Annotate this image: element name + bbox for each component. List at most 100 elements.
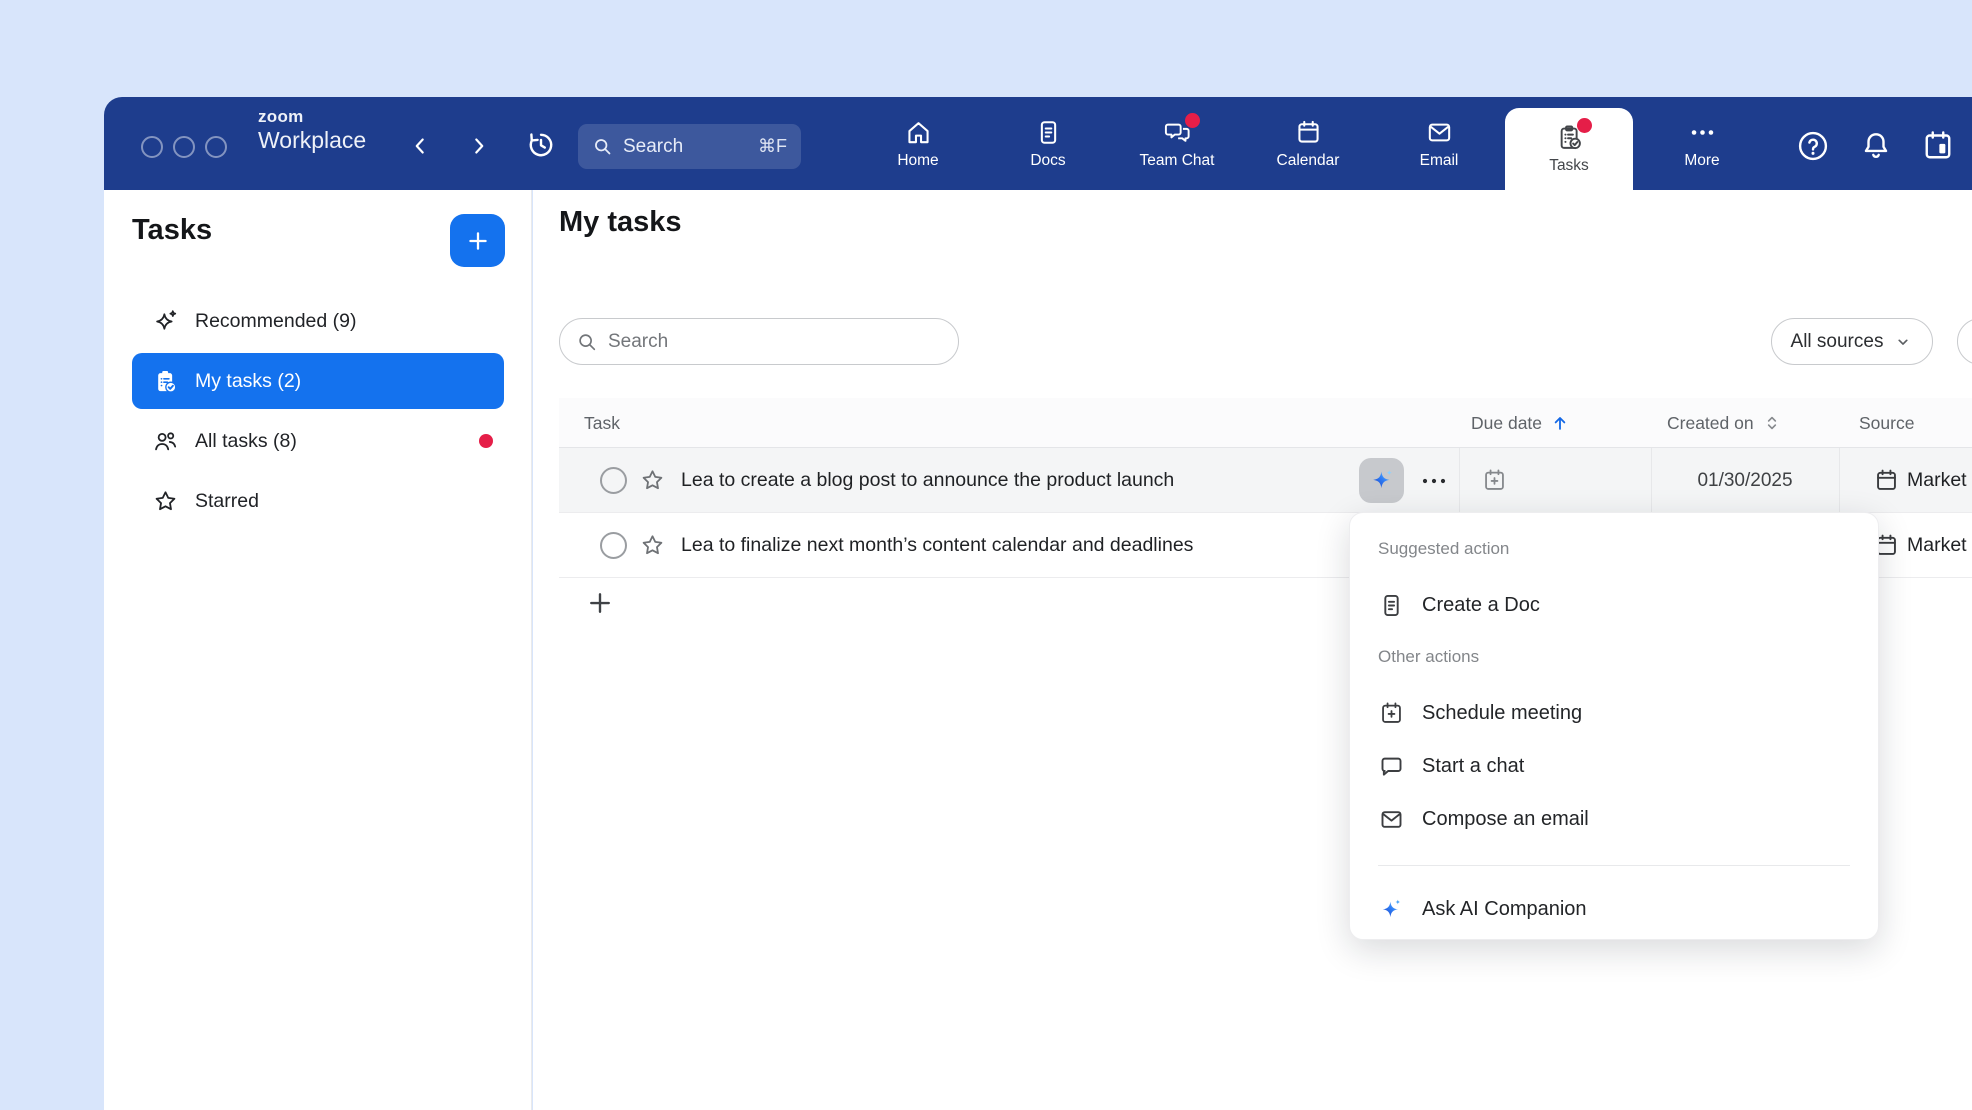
tab-tasks-label: Tasks [1549, 157, 1589, 175]
chevron-right-icon [466, 133, 492, 159]
forward-button[interactable] [466, 133, 492, 159]
search-icon [576, 331, 598, 353]
source-value: Market [1907, 513, 1967, 578]
sort-toggle-icon [1762, 413, 1782, 433]
cell-divider [1459, 448, 1460, 512]
calendar-plus-icon [1378, 700, 1405, 727]
more-filter-button[interactable] [1957, 318, 1972, 365]
window-close-button[interactable] [141, 136, 163, 158]
task-complete-checkbox[interactable] [600, 467, 627, 494]
sidebar-nav: Recommended (9) My tasks (2) [132, 293, 504, 529]
task-table-header: Task Due date Created on Source [559, 398, 1972, 448]
bell-icon [1858, 128, 1894, 164]
sort-ascending-icon [1550, 413, 1570, 433]
column-created-label: Created on [1667, 413, 1754, 434]
notifications-button[interactable] [1858, 128, 1894, 164]
tab-calendar[interactable]: Calendar [1243, 97, 1373, 190]
team-chat-icon [1163, 118, 1192, 147]
tab-team-chat[interactable]: Team Chat [1112, 97, 1242, 190]
chevron-down-icon [1893, 332, 1913, 352]
zoom-workplace-window: zoom Workplace Search ⌘F Home [104, 97, 1972, 1110]
menu-item-label: Schedule meeting [1422, 702, 1582, 725]
sidebar-item-label: My tasks (2) [195, 370, 301, 393]
ellipsis-icon [1417, 469, 1451, 493]
menu-item-label: Compose an email [1422, 808, 1589, 831]
history-button[interactable] [524, 128, 558, 162]
window-minimize-button[interactable] [173, 136, 195, 158]
column-task-label: Task [584, 413, 620, 434]
sources-filter-dropdown[interactable]: All sources [1771, 318, 1933, 365]
help-button[interactable] [1795, 128, 1831, 164]
tab-more[interactable]: More [1637, 97, 1767, 190]
menu-item-start-chat[interactable]: Start a chat [1350, 738, 1878, 794]
ai-sparkle-icon [1378, 896, 1405, 923]
task-title: Lea to create a blog post to announce th… [681, 448, 1174, 513]
calendar-picker-button[interactable] [1920, 128, 1956, 164]
ai-actions-menu: Suggested action Create a Doc Other acti… [1349, 512, 1879, 940]
menu-item-schedule-meeting[interactable]: Schedule meeting [1350, 685, 1878, 741]
ai-companion-action-button[interactable] [1359, 458, 1404, 503]
column-header-source[interactable]: Source [1859, 398, 1914, 448]
source-value: Market [1907, 448, 1967, 513]
tab-home-label: Home [897, 152, 938, 170]
tasks-sidebar: Tasks Recommended (9) [104, 190, 532, 1110]
task-search-field[interactable] [559, 318, 959, 365]
task-title: Lea to finalize next month’s content cal… [681, 513, 1193, 578]
tab-email-label: Email [1420, 152, 1459, 170]
tasks-notification-dot [1577, 118, 1592, 133]
window-controls[interactable] [141, 136, 227, 158]
my-tasks-panel: My tasks All sources Task Due date Creat… [533, 190, 1972, 1110]
tab-more-label: More [1684, 152, 1719, 170]
tab-calendar-label: Calendar [1277, 152, 1340, 170]
row-more-actions-button[interactable] [1417, 469, 1451, 493]
add-task-button[interactable] [450, 214, 505, 267]
menu-divider [1378, 865, 1850, 866]
tasks-clipboard-icon [1555, 123, 1584, 152]
sidebar-item-all-tasks[interactable]: All tasks (8) [132, 413, 504, 469]
history-clock-icon [524, 128, 558, 162]
sidebar-item-my-tasks[interactable]: My tasks (2) [132, 353, 504, 409]
brand-workplace-label: Workplace [258, 128, 366, 153]
tab-tasks-active[interactable]: Tasks [1505, 108, 1633, 190]
column-header-task[interactable]: Task [584, 398, 620, 448]
sidebar-item-recommended[interactable]: Recommended (9) [132, 293, 504, 349]
window-maximize-button[interactable] [205, 136, 227, 158]
clipboard-check-icon [152, 368, 179, 395]
sources-filter-label: All sources [1791, 331, 1884, 353]
star-task-button[interactable] [639, 467, 666, 494]
sidebar-item-starred[interactable]: Starred [132, 473, 504, 529]
task-search-input[interactable] [608, 331, 942, 353]
calendar-plus-icon [1481, 467, 1508, 494]
calendar-date-icon [1920, 128, 1956, 164]
cell-divider [1839, 448, 1840, 512]
tab-home[interactable]: Home [853, 97, 983, 190]
plus-icon [585, 588, 615, 618]
people-icon [152, 428, 179, 455]
task-row[interactable]: Lea to create a blog post to announce th… [559, 448, 1972, 513]
email-icon [1378, 806, 1405, 833]
tab-docs-label: Docs [1030, 152, 1065, 170]
tab-email[interactable]: Email [1374, 97, 1504, 190]
ai-sparkle-icon [1367, 466, 1397, 496]
global-search-placeholder: Search [623, 136, 748, 158]
task-complete-checkbox[interactable] [600, 532, 627, 559]
menu-item-create-doc[interactable]: Create a Doc [1350, 577, 1878, 633]
star-icon [639, 467, 666, 494]
docs-icon [1034, 118, 1063, 147]
chevron-left-icon [407, 133, 433, 159]
chat-bubble-icon [1378, 753, 1405, 780]
menu-item-ask-ai-companion[interactable]: Ask AI Companion [1350, 881, 1878, 937]
menu-item-compose-email[interactable]: Compose an email [1350, 791, 1878, 847]
tab-docs[interactable]: Docs [983, 97, 1113, 190]
back-button[interactable] [407, 133, 433, 159]
team-chat-notification-dot [1185, 113, 1200, 128]
search-shortcut-label: ⌘F [758, 136, 787, 157]
add-due-date-button[interactable] [1481, 467, 1508, 494]
global-search-field[interactable]: Search ⌘F [578, 124, 801, 169]
column-header-created-on[interactable]: Created on [1667, 398, 1782, 448]
add-task-inline-button[interactable] [585, 588, 615, 618]
brand-zoom-label: zoom [258, 108, 366, 127]
tab-team-chat-label: Team Chat [1140, 152, 1215, 170]
star-task-button[interactable] [639, 532, 666, 559]
column-header-due-date[interactable]: Due date [1471, 398, 1570, 448]
